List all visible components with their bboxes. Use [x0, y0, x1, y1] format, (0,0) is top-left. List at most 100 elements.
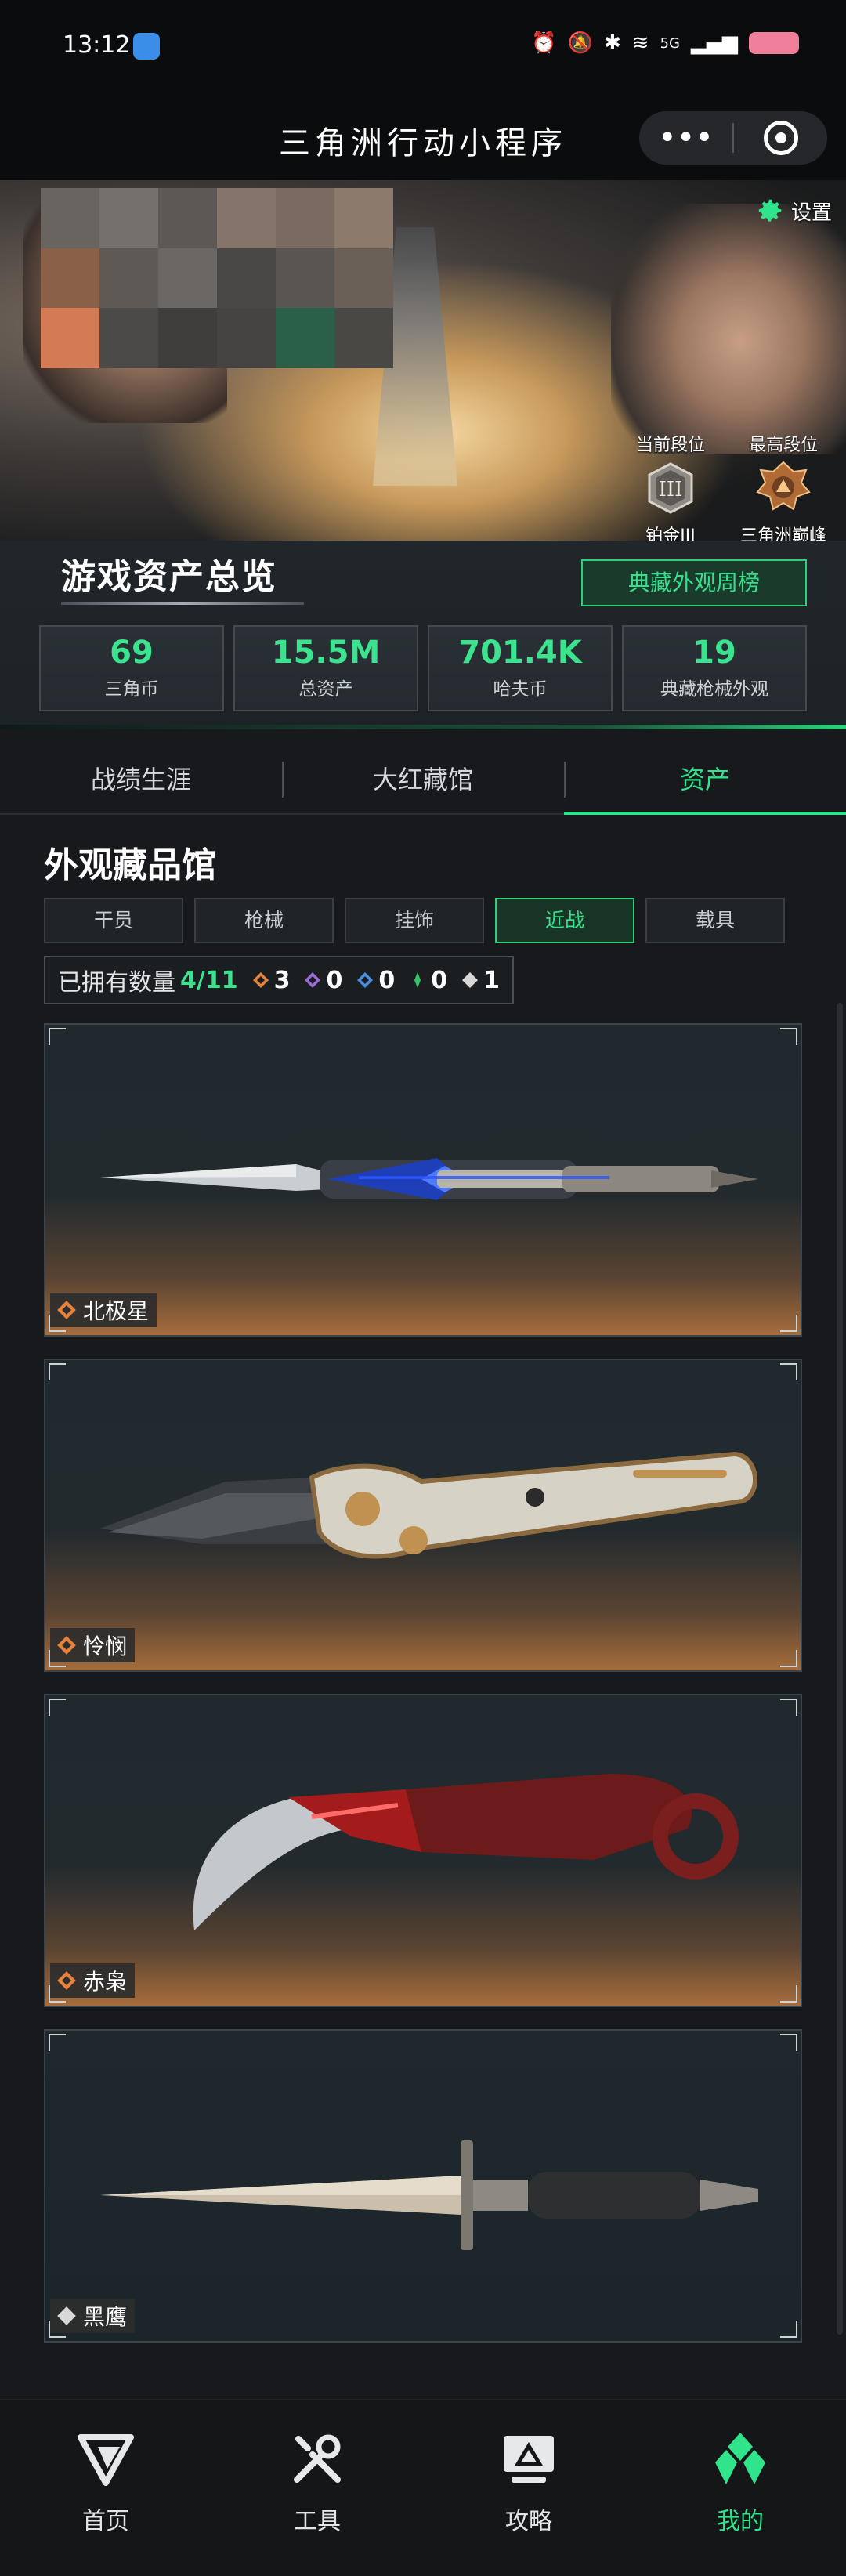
- main-tabs: 战绩生涯 大红藏馆 资产: [0, 744, 846, 815]
- bluetooth-icon: ✱: [604, 31, 621, 55]
- signal-icon: ▂▄▆: [691, 31, 738, 55]
- profile-logo-icon: [715, 2433, 765, 2484]
- target-close-icon: [763, 121, 798, 155]
- category-firearms[interactable]: 枪械: [194, 898, 334, 943]
- nav-guides-label: 攻略: [505, 2508, 552, 2535]
- orange-rarity-icon: [57, 1301, 76, 1319]
- rarity-blue: 0: [356, 967, 395, 994]
- mercy-knife-image: [100, 1451, 757, 1559]
- app-notification-icon: [133, 33, 160, 60]
- nav-tools[interactable]: 工具: [212, 2400, 423, 2576]
- section-divider: [0, 725, 846, 729]
- wifi-icon: ≋: [631, 31, 649, 55]
- more-options-button[interactable]: •••: [639, 114, 732, 161]
- stat-cards: 69 三角币 15.5M 总资产 701.4K 哈夫币 19 典藏枪械外观: [39, 625, 807, 711]
- rarity-blue-count: 0: [378, 966, 396, 994]
- monitor-guide-icon: [504, 2436, 554, 2483]
- status-time: 13:12: [63, 31, 131, 59]
- knife-card-mercy[interactable]: 怜悯: [44, 1359, 802, 1672]
- rarity-purple: 0: [304, 967, 342, 994]
- knife-name: 怜悯: [83, 1634, 128, 1659]
- stat-label: 哈夫币: [493, 679, 548, 700]
- alarm-icon: ⏰: [531, 31, 557, 55]
- mini-program-capsule: •••: [639, 111, 827, 165]
- polaris-knife-image: [100, 1158, 758, 1200]
- rarity-white-count: 1: [483, 966, 500, 994]
- owned-count: 4/11: [180, 966, 238, 994]
- orange-rarity-icon: [57, 1971, 76, 1990]
- category-tabs: 干员 枪械 挂饰 近战 载具: [44, 898, 785, 943]
- owned-label: 已拥有数量: [58, 969, 175, 997]
- category-melee[interactable]: 近战: [495, 898, 634, 943]
- stat-card-collector-skins[interactable]: 19 典藏枪械外观: [622, 625, 807, 711]
- settings-label: 设置: [790, 201, 832, 225]
- category-operator[interactable]: 干员: [44, 898, 183, 943]
- white-rarity-icon: [57, 2306, 76, 2325]
- stat-card-total-assets[interactable]: 15.5M 总资产: [233, 625, 418, 711]
- stat-label: 典藏枪械外观: [660, 679, 768, 700]
- category-vehicles[interactable]: 载具: [645, 898, 785, 943]
- rarity-orange-count: 3: [273, 966, 291, 994]
- close-mini-program-button[interactable]: [734, 121, 827, 155]
- rarity-green-count: 0: [431, 966, 448, 994]
- battery-icon: [749, 32, 799, 54]
- knife-tag: 黑鹰: [50, 2299, 136, 2333]
- nav-home[interactable]: 首页: [0, 2400, 212, 2576]
- overview-title: 游戏资产总览: [61, 557, 277, 597]
- title-bar: 三角洲行动小程序 •••: [0, 94, 846, 180]
- stat-card-haf-coin[interactable]: 701.4K 哈夫币: [428, 625, 613, 711]
- rank-panel: 当前段位 III 铂金III 最高段位 三角洲巅峰: [624, 431, 830, 541]
- knife-card-black-hawk[interactable]: 黑鹰: [44, 2029, 802, 2343]
- network-label: 5G: [660, 34, 680, 52]
- owned-summary: 已拥有数量 4/11 3 0 0 0 1: [44, 956, 514, 1004]
- purple-rarity-icon: [305, 972, 321, 988]
- stat-value: 701.4K: [458, 635, 582, 671]
- stat-label: 总资产: [298, 679, 353, 700]
- rarity-green: 0: [409, 967, 447, 994]
- black-hawk-knife-image: [100, 2140, 758, 2250]
- knife-name: 赤枭: [83, 1969, 128, 1995]
- knife-tag: 怜悯: [50, 1628, 136, 1662]
- status-bar: 13:12 ⏰ 🔕 ✱ ≋ 5G ▂▄▆: [0, 0, 846, 94]
- title-underline: [61, 602, 304, 605]
- nav-me-label: 我的: [717, 2508, 764, 2535]
- red-owl-knife-image: [193, 1774, 739, 1930]
- tab-career[interactable]: 战绩生涯: [0, 744, 282, 813]
- current-rank-name: 铂金III: [645, 526, 696, 541]
- stat-label: 三角币: [104, 679, 159, 700]
- highest-rank-name: 三角洲巅峰: [739, 526, 826, 541]
- knife-card-red-owl[interactable]: 赤枭: [44, 1694, 802, 2007]
- green-rarity-icon: [414, 972, 421, 988]
- nav-tools-label: 工具: [294, 2508, 341, 2535]
- knife-tag: 北极星: [50, 1293, 157, 1327]
- operator-portrait-right: [611, 204, 846, 454]
- wrench-screwdriver-icon: [294, 2434, 341, 2483]
- tab-assets[interactable]: 资产: [564, 744, 846, 815]
- white-rarity-icon: [462, 972, 479, 988]
- nav-me[interactable]: 我的: [634, 2400, 846, 2576]
- orange-rarity-icon: [252, 972, 269, 988]
- svg-text:III: III: [659, 478, 683, 501]
- current-rank-caption: 当前段位: [635, 436, 705, 455]
- settings-button[interactable]: 设置: [755, 196, 832, 226]
- gear-icon: [758, 199, 782, 222]
- scrollbar[interactable]: [837, 1003, 843, 2335]
- bell-icon: 🔕: [567, 31, 593, 55]
- asset-overview: 游戏资产总览 典藏外观周榜 69 三角币 15.5M 总资产 701.4K 哈夫…: [0, 541, 846, 729]
- rarity-orange: 3: [252, 966, 291, 994]
- knife-card-polaris[interactable]: 北极星: [44, 1023, 802, 1337]
- highest-rank: 最高段位 三角洲巅峰: [736, 431, 830, 541]
- weekly-skin-ranking-button[interactable]: 典藏外观周榜: [581, 559, 807, 606]
- category-charms[interactable]: 挂饰: [345, 898, 484, 943]
- rarity-white: 1: [461, 967, 500, 994]
- status-icons: ⏰ 🔕 ✱ ≋ 5G ▂▄▆: [531, 31, 799, 55]
- highest-rank-caption: 最高段位: [748, 436, 818, 455]
- delta-peak-badge-icon: [756, 461, 811, 511]
- tab-red-vault[interactable]: 大红藏馆: [282, 744, 564, 813]
- blue-rarity-icon: [357, 972, 374, 988]
- stat-value: 69: [110, 635, 154, 671]
- orange-rarity-icon: [57, 1636, 76, 1655]
- stat-card-delta-coin[interactable]: 69 三角币: [39, 625, 224, 711]
- knife-tag: 赤枭: [50, 1963, 136, 1998]
- nav-guides[interactable]: 攻略: [423, 2400, 634, 2576]
